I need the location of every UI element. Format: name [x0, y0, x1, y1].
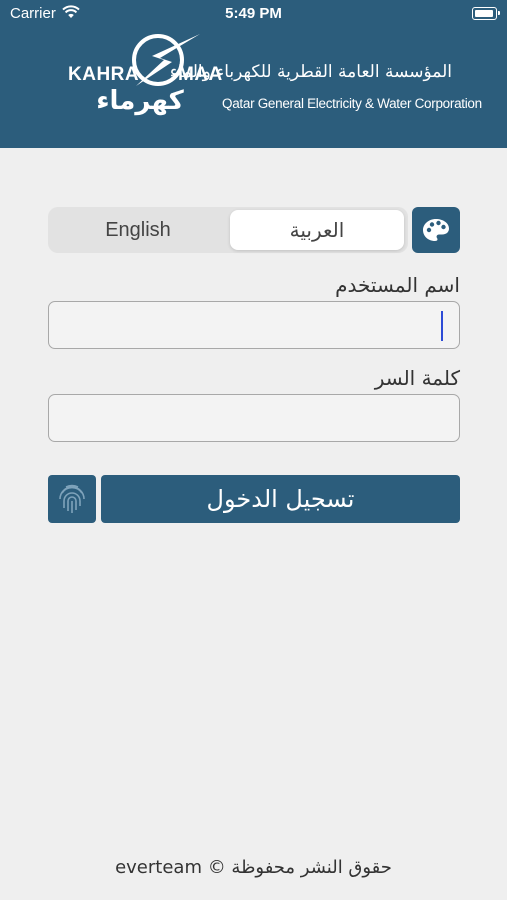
username-label: اسم المستخدم — [335, 273, 460, 297]
username-input[interactable] — [48, 301, 460, 349]
fingerprint-login-button[interactable] — [48, 475, 96, 523]
palette-icon — [423, 219, 449, 241]
fingerprint-icon — [59, 484, 85, 513]
logo-english-fullname: Qatar General Electricity & Water Corpor… — [222, 96, 482, 111]
status-bar: Carrier 5:49 PM — [0, 0, 507, 28]
logo-text-kahra: KAHRA — [68, 64, 140, 85]
clock: 5:49 PM — [225, 5, 282, 22]
footer-copyright: حقوق النشر محفوظة © everteam — [115, 857, 392, 878]
text-cursor — [441, 311, 443, 341]
theme-button[interactable] — [412, 207, 460, 253]
login-button[interactable]: تسجيل الدخول — [101, 475, 460, 523]
app-header: Carrier 5:49 PM KAHRA MAA كهرماء المؤسسة… — [0, 0, 507, 148]
language-option-arabic[interactable]: العربية — [230, 210, 404, 250]
password-label: كلمة السر — [374, 366, 460, 390]
logo-arabic-name: كهرماء — [96, 86, 184, 116]
kahramaa-logo: KAHRA MAA كهرماء المؤسسة العامة القطرية … — [60, 30, 482, 122]
password-input[interactable] — [48, 394, 460, 442]
language-option-english[interactable]: English — [48, 207, 228, 253]
language-toggle: English العربية — [48, 207, 408, 253]
battery-icon — [472, 7, 500, 20]
logo-arabic-fullname: المؤسسة العامة القطرية للكهرباء والماء — [169, 62, 452, 82]
